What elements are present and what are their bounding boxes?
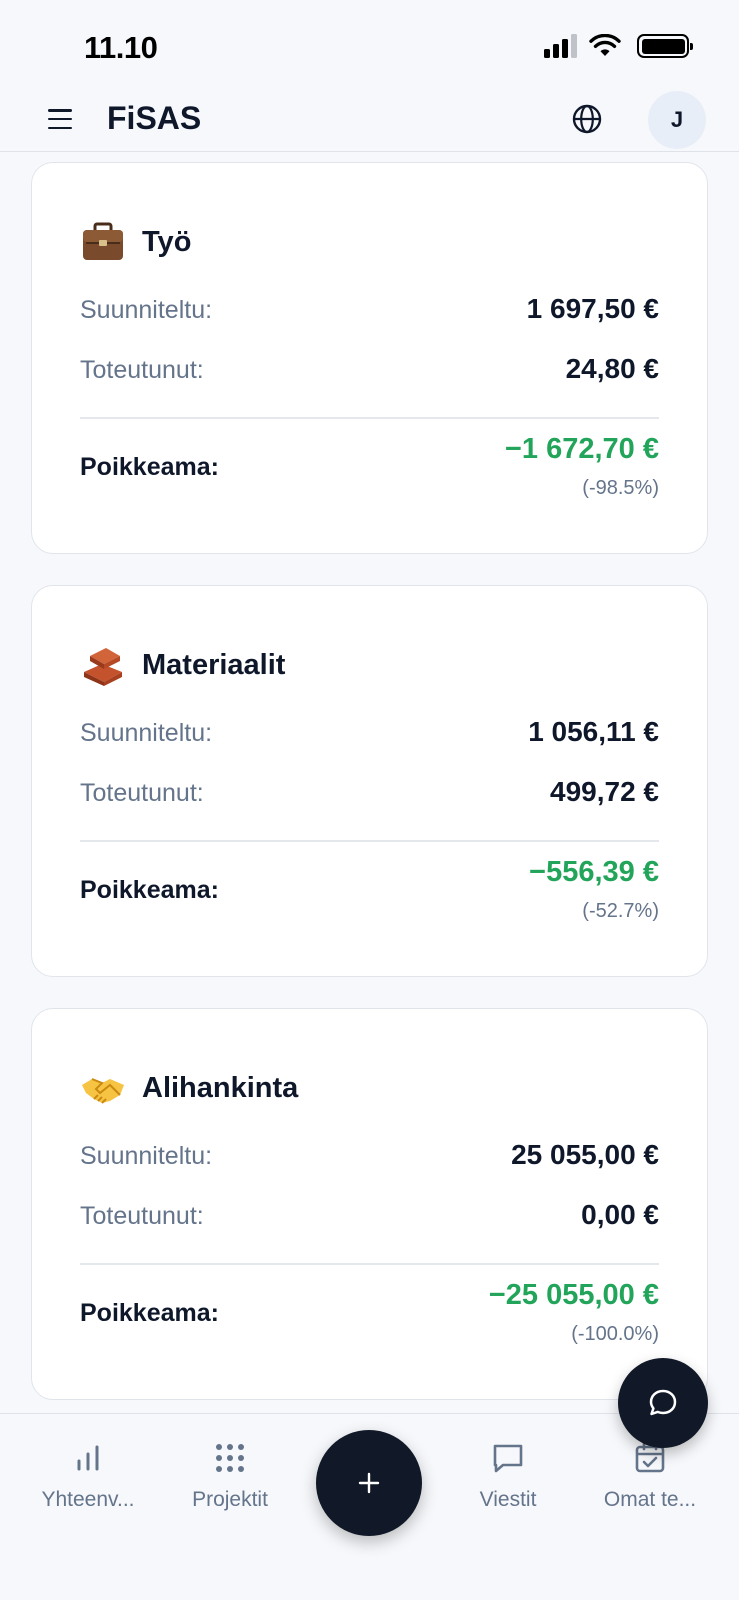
- deviation-value: −1 672,70 €: [504, 433, 659, 465]
- add-button[interactable]: [316, 1430, 422, 1536]
- app-title: FiSAS: [107, 100, 202, 136]
- status-icons: [544, 34, 693, 58]
- card-header: Työ: [80, 219, 191, 265]
- planned-label: Suunniteltu:: [80, 719, 213, 747]
- actual-value: 24,80 €: [565, 353, 659, 384]
- cost-card-labor: Työ Suunniteltu: 1 697,50 € Toteutunut: …: [31, 162, 708, 554]
- actual-label: Toteutunut:: [80, 779, 204, 807]
- avatar[interactable]: J: [648, 91, 706, 149]
- planned-row: Suunniteltu: 1 056,11 €: [80, 716, 659, 748]
- grid-dots-icon: [150, 1438, 310, 1478]
- status-time: 11.10: [84, 30, 158, 65]
- deviation-label: Poikkeama:: [80, 1299, 219, 1327]
- bar-chart-icon: [8, 1438, 168, 1478]
- card-title: Alihankinta: [142, 1071, 299, 1104]
- nav-label: Projektit: [192, 1488, 268, 1511]
- deviation-label: Poikkeama:: [80, 453, 219, 481]
- actual-row: Toteutunut: 499,72 €: [80, 776, 659, 808]
- deviation-percent: (-98.5%): [582, 477, 659, 499]
- nav-label: Omat te...: [603, 1488, 697, 1511]
- cellular-signal-icon: [544, 34, 577, 58]
- chat-button[interactable]: [618, 1358, 708, 1448]
- divider: [80, 840, 659, 842]
- battery-icon: [637, 34, 693, 58]
- plus-icon: [358, 1472, 380, 1494]
- planned-value: 25 055,00 €: [511, 1139, 659, 1170]
- divider: [80, 417, 659, 419]
- planned-row: Suunniteltu: 1 697,50 €: [80, 293, 659, 325]
- card-header: Alihankinta: [80, 1065, 298, 1111]
- planned-value: 1 697,50 €: [526, 293, 659, 324]
- nav-item-my-tasks[interactable]: Omat te...: [570, 1438, 730, 1512]
- actual-label: Toteutunut:: [80, 356, 204, 384]
- card-title: Työ: [142, 225, 192, 258]
- actual-label: Toteutunut:: [80, 1202, 204, 1230]
- wifi-icon: [589, 34, 621, 56]
- nav-item-summary[interactable]: Yhteenv...: [8, 1438, 168, 1512]
- planned-label: Suunniteltu:: [80, 1142, 213, 1170]
- planned-row: Suunniteltu: 25 055,00 €: [80, 1139, 659, 1171]
- planned-label: Suunniteltu:: [80, 296, 213, 324]
- globe-icon[interactable]: [571, 103, 603, 135]
- handshake-icon: [80, 1065, 126, 1111]
- deviation-percent: (-52.7%): [582, 900, 659, 922]
- nav-label: Viestit: [479, 1488, 537, 1511]
- bricks-icon: [80, 642, 126, 688]
- chat-bubble-icon: [649, 1389, 677, 1416]
- hamburger-menu-icon[interactable]: [48, 109, 72, 129]
- divider: [80, 1263, 659, 1265]
- app-header: FiSAS J: [0, 90, 739, 152]
- nav-label: Yhteenv...: [41, 1488, 135, 1511]
- planned-value: 1 056,11 €: [528, 716, 659, 747]
- message-square-icon: [428, 1438, 588, 1478]
- deviation-value: −25 055,00 €: [488, 1279, 659, 1311]
- card-title: Materiaalit: [142, 648, 286, 681]
- deviation-label: Poikkeama:: [80, 876, 219, 904]
- actual-value: 499,72 €: [550, 776, 659, 807]
- deviation-value: −556,39 €: [529, 856, 659, 888]
- nav-item-projects[interactable]: Projektit: [150, 1438, 310, 1512]
- nav-item-messages[interactable]: Viestit: [428, 1438, 588, 1512]
- deviation-percent: (-100.0%): [571, 1323, 659, 1345]
- actual-row: Toteutunut: 0,00 €: [80, 1199, 659, 1231]
- status-bar: 11.10: [0, 0, 739, 90]
- cost-card-materials: Materiaalit Suunniteltu: 1 056,11 € Tote…: [31, 585, 708, 977]
- actual-row: Toteutunut: 24,80 €: [80, 353, 659, 385]
- cost-card-subcontracting: Alihankinta Suunniteltu: 25 055,00 € Tot…: [31, 1008, 708, 1400]
- briefcase-icon: [80, 219, 126, 265]
- card-header: Materiaalit: [80, 642, 285, 688]
- actual-value: 0,00 €: [581, 1199, 659, 1230]
